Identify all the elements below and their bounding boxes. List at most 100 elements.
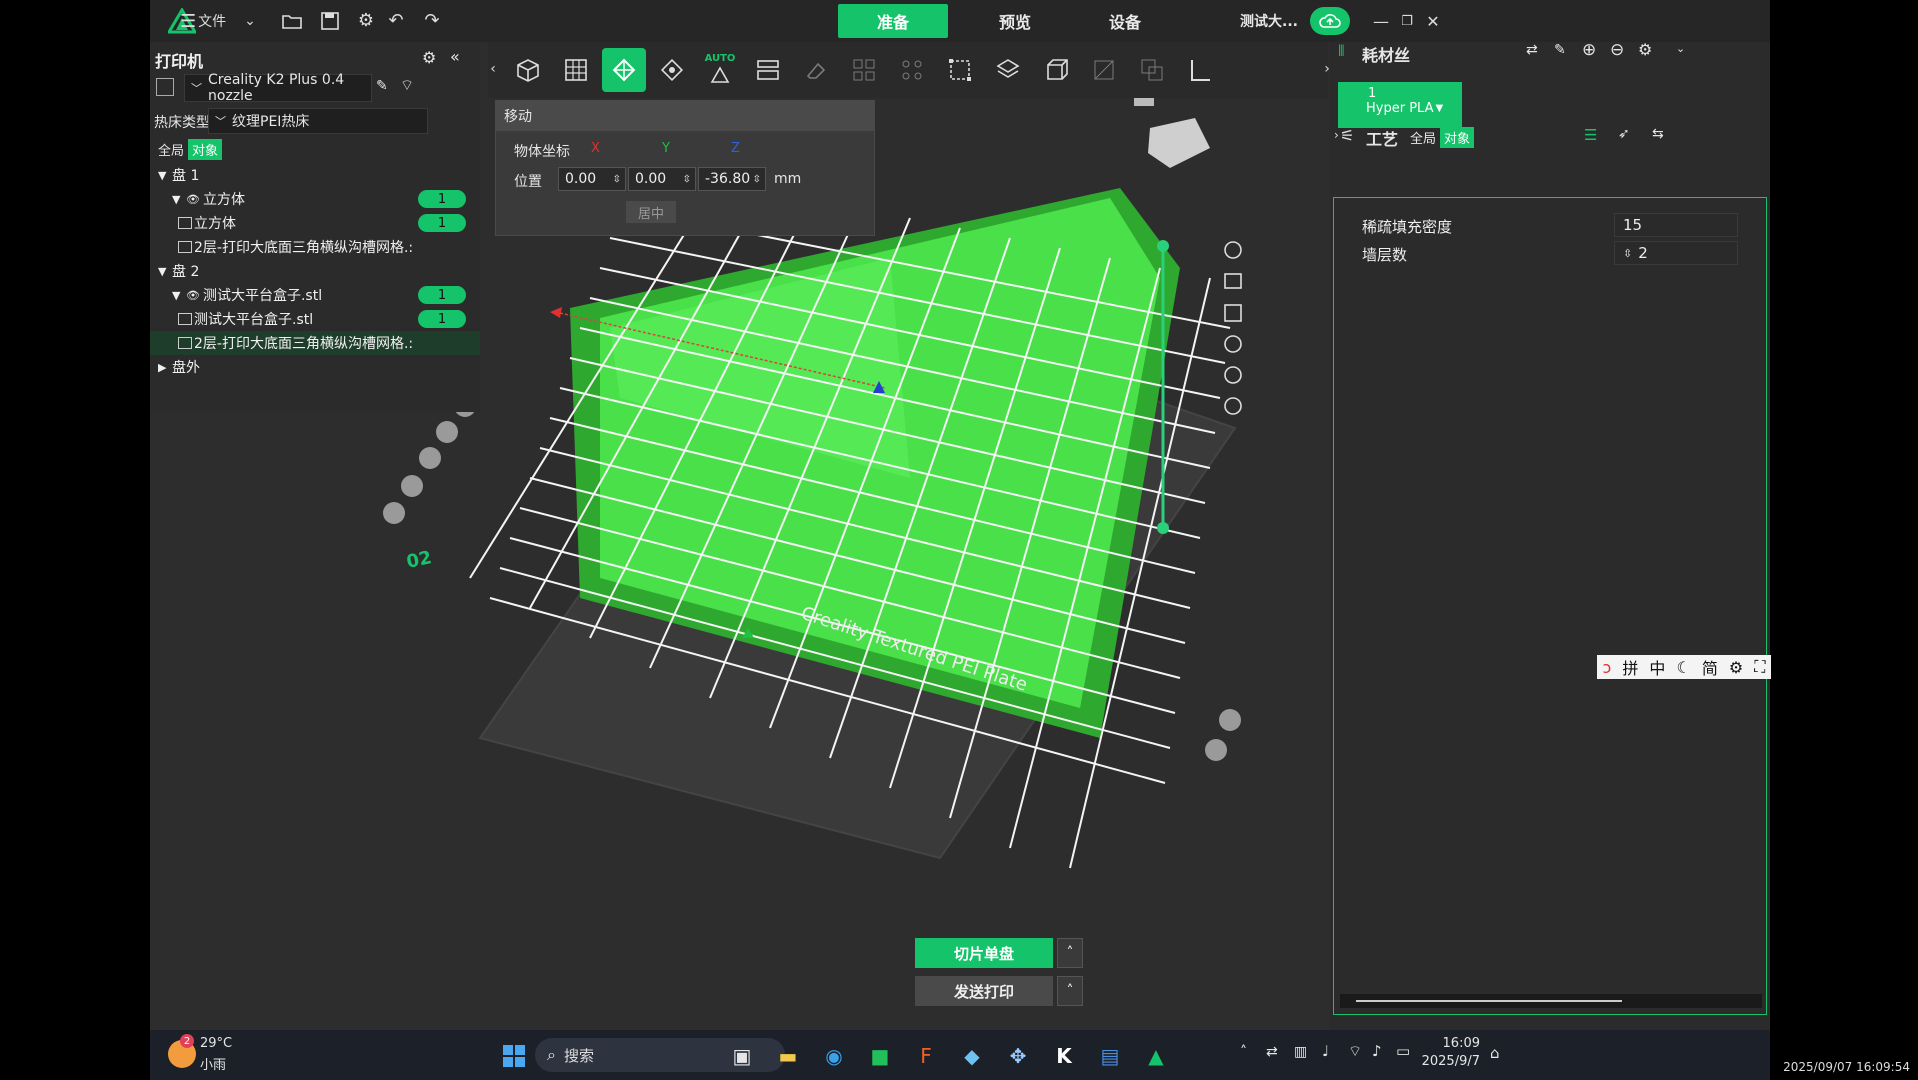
expander-icon[interactable]: ▶ [158, 361, 172, 374]
home-icon[interactable] [1134, 98, 1154, 106]
undo-icon[interactable]: ↶ [384, 8, 408, 32]
chevron-left-icon[interactable]: ‹ [486, 56, 500, 82]
infill-density-input[interactable]: 15 [1614, 213, 1738, 237]
printer-select[interactable]: ﹀ Creality K2 Plus 0.4 nozzle [184, 72, 372, 104]
flashprint-icon[interactable]: F [908, 1038, 944, 1074]
position-y-input[interactable]: 0.00 ⇳ [628, 167, 696, 191]
ime-moon-icon[interactable]: ☾ [1676, 658, 1690, 677]
x-axis-arrow-icon[interactable] [550, 307, 562, 318]
wifi-icon[interactable]: ⌔ [400, 76, 414, 95]
cmd-icon[interactable] [1224, 397, 1242, 415]
tree-row-part[interactable]: 2层-打印大底面三角横纵沟槽网格.: [150, 235, 480, 259]
notification-icon[interactable]: ⌂ [1490, 1044, 1500, 1062]
layers-icon[interactable] [986, 48, 1030, 92]
tree-row-object[interactable]: ▼ 👁 立方体 1 [150, 187, 480, 211]
plate2-arrange-icon[interactable] [1219, 709, 1241, 731]
scope-object[interactable]: 对象 [188, 139, 223, 160]
stepper-icon[interactable]: ⇳ [1623, 247, 1632, 260]
scale-icon[interactable] [938, 48, 982, 92]
center-button[interactable]: 居中 [626, 201, 676, 223]
arrange-icon[interactable] [602, 48, 646, 92]
measure-icon[interactable] [1178, 48, 1222, 92]
tab-preview[interactable]: 预览 [960, 4, 1070, 38]
eye-icon[interactable]: 👁 [186, 289, 200, 302]
auto-orient-button[interactable]: AUTO [698, 48, 742, 92]
edit-printer-icon[interactable]: ✎ [376, 78, 388, 94]
volume-icon[interactable]: ♪ [1372, 1042, 1382, 1060]
slice-plate-button[interactable]: 切片单盘 [915, 938, 1053, 968]
chevron-down-icon[interactable]: ⌄ [240, 10, 260, 32]
eye-icon[interactable]: 👁 [186, 193, 200, 206]
printer-icon[interactable] [156, 78, 174, 96]
plate2-close-icon[interactable] [1205, 739, 1227, 761]
remove-filament-icon[interactable]: ⊖ [1610, 40, 1624, 60]
app-chart-icon[interactable]: ▤ [1092, 1038, 1128, 1074]
bed-type-select[interactable]: ﹀ 纹理PEI热床 [208, 108, 428, 134]
orient-icon[interactable] [650, 48, 694, 92]
process-scope-global[interactable]: 全局 [1406, 127, 1440, 148]
plate-arrange-icon[interactable] [401, 475, 423, 497]
filament-settings-icon[interactable]: ⚙ [1638, 40, 1652, 59]
edge-icon[interactable]: ◉ [816, 1038, 852, 1074]
tab-prepare[interactable]: 准备 [838, 4, 948, 38]
support-icon[interactable] [1224, 304, 1242, 322]
cloud-upload-button[interactable] [1310, 7, 1350, 35]
app-fan-icon[interactable]: ✥ [1000, 1038, 1036, 1074]
tree-row-outside[interactable]: ▶ 盘外 [150, 355, 480, 379]
plate-badge[interactable]: 1 [418, 310, 466, 328]
clock-time[interactable]: 16:09 [1440, 1036, 1480, 1051]
expander-icon[interactable]: ▼ [158, 169, 172, 182]
stepper-x-icon[interactable]: ⇳ [613, 174, 621, 185]
process-list-icon[interactable]: ☰ [1584, 126, 1597, 144]
ime-settings-icon[interactable]: ⚙ [1729, 658, 1743, 677]
file-explorer-icon[interactable]: ▬ [770, 1038, 806, 1074]
filament-collapse-icon[interactable]: ⌄ [1676, 42, 1685, 55]
tree-row-part[interactable]: 立方体 1 [150, 211, 480, 235]
collapse-panel-icon[interactable]: « [450, 47, 460, 66]
printer-settings-icon[interactable]: ⚙ [422, 48, 436, 67]
microphone-icon[interactable]: ♩ [1322, 1042, 1329, 1060]
tab-device[interactable]: 设备 [1070, 4, 1180, 38]
filament-sync-icon[interactable]: ⇄ [1526, 42, 1538, 58]
battery-icon[interactable]: ▭ [1396, 1042, 1410, 1060]
tray-swap-icon[interactable]: ⇄ [1266, 1044, 1278, 1060]
close-icon[interactable]: ✕ [1422, 10, 1444, 32]
ime-logo-icon[interactable]: ↄ [1603, 658, 1612, 677]
stepper-z-icon[interactable]: ⇳ [753, 174, 761, 185]
add-filament-icon[interactable]: ⊕ [1582, 40, 1596, 60]
redo-icon[interactable]: ↷ [420, 8, 444, 32]
expander-icon[interactable]: ▼ [172, 193, 186, 206]
minimize-icon[interactable]: — [1370, 10, 1392, 32]
app-k-icon[interactable]: K [1046, 1038, 1082, 1074]
tree-row-part-selected[interactable]: 2层-打印大底面三角横纵沟槽网格.: [150, 331, 480, 355]
filament-brush-icon[interactable]: ✎ [1554, 42, 1566, 58]
gear-icon[interactable]: ⚙ [354, 8, 378, 32]
tree-row-plate-1[interactable]: ▼ 盘 1 [150, 163, 480, 187]
task-view-icon[interactable]: ▣ [724, 1038, 760, 1074]
print-options-button[interactable]: ˄ [1057, 976, 1083, 1006]
ime-simplified-button[interactable]: 简 [1702, 655, 1718, 679]
box-icon[interactable] [1034, 48, 1078, 92]
expander-icon[interactable]: ▼ [158, 265, 172, 278]
view-cube-icon[interactable] [1148, 118, 1210, 168]
horizontal-scrollbar[interactable] [1340, 994, 1762, 1008]
tree-row-object[interactable]: ▼ 👁 测试大平台盒子.stl 1 [150, 283, 480, 307]
gauge-icon[interactable] [1224, 335, 1242, 353]
plate-close-icon[interactable] [383, 502, 405, 524]
wifi-tray-icon[interactable]: ⌔ [1348, 1042, 1362, 1061]
slice-options-button[interactable]: ˄ [1057, 938, 1083, 968]
open-folder-icon[interactable] [280, 9, 304, 33]
layer-list-icon[interactable] [1224, 273, 1242, 289]
expander-icon[interactable]: ▼ [172, 289, 186, 302]
tree-row-part[interactable]: 测试大平台盒子.stl 1 [150, 307, 480, 331]
stepper-y-icon[interactable]: ⇳ [683, 174, 691, 185]
restore-icon[interactable]: ❐ [1396, 10, 1418, 32]
save-icon[interactable] [318, 9, 342, 33]
target-icon[interactable] [1224, 366, 1242, 384]
scrollbar-thumb[interactable] [1356, 1000, 1622, 1002]
process-scope-object[interactable]: 对象 [1440, 127, 1475, 148]
scope-global[interactable]: 全局 [154, 139, 188, 160]
plate-badge[interactable]: 1 [418, 190, 466, 208]
process-compare-icon[interactable]: ⇆ [1652, 126, 1664, 142]
wechat-work-icon[interactable]: ■ [862, 1038, 898, 1074]
